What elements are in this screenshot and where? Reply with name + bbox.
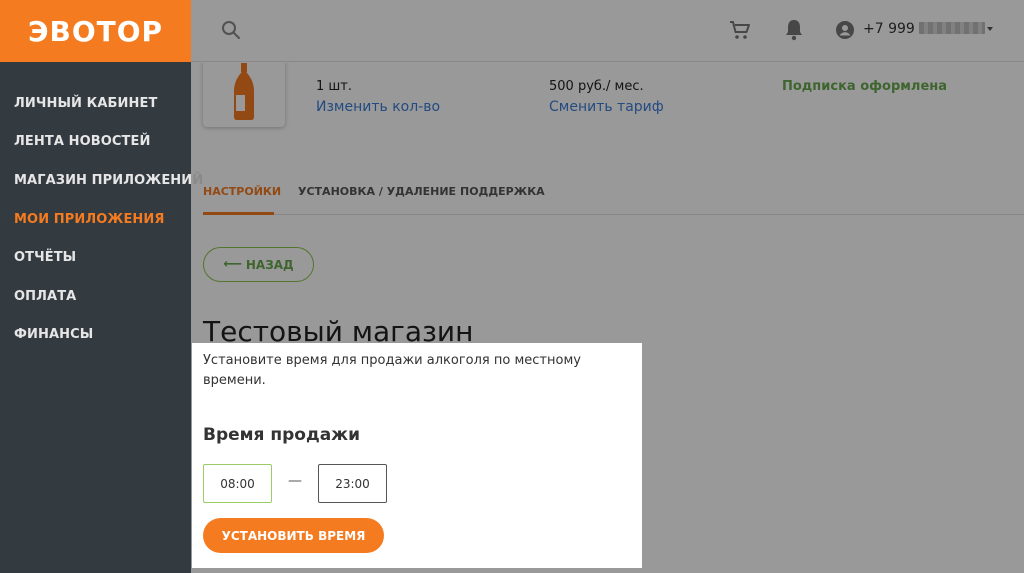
sidebar-item-finance[interactable]: ФИНАНСЫ (0, 316, 191, 355)
sidebar-item-app-store[interactable]: МАГАЗИН ПРИЛОЖЕНИЙ (0, 161, 203, 200)
panel-description: Установите время для продажи алкоголя по… (203, 353, 581, 388)
logo[interactable]: ЭВОТОР (0, 0, 191, 62)
panel-title: Время продажи (203, 425, 361, 445)
sidebar: ЭВОТОР ЛИЧНЫЙ КАБИНЕТ ЛЕНТА НОВОСТЕЙ МАГ… (0, 0, 203, 573)
sidebar-item-reports[interactable]: ОТЧЁТЫ (0, 238, 191, 277)
sidebar-item-my-apps[interactable]: МОИ ПРИЛОЖЕНИЯ (0, 200, 191, 239)
sidebar-item-payment[interactable]: ОПЛАТА (0, 277, 191, 316)
sidebar-item-news-feed[interactable]: ЛЕНТА НОВОСТЕЙ (0, 123, 191, 162)
time-from-input[interactable] (203, 464, 272, 503)
sidebar-item-personal-account[interactable]: ЛИЧНЫЙ КАБИНЕТ (0, 84, 191, 123)
time-separator: — (288, 473, 302, 489)
logo-text: ЭВОТОР (27, 14, 164, 48)
time-to-input[interactable] (318, 464, 387, 503)
alcohol-time-panel: Установите время для продажи алкоголя по… (192, 343, 642, 568)
sidebar-nav: ЛИЧНЫЙ КАБИНЕТ ЛЕНТА НОВОСТЕЙ МАГАЗИН ПР… (0, 84, 203, 355)
set-time-button[interactable]: УСТАНОВИТЬ ВРЕМЯ (203, 518, 384, 553)
